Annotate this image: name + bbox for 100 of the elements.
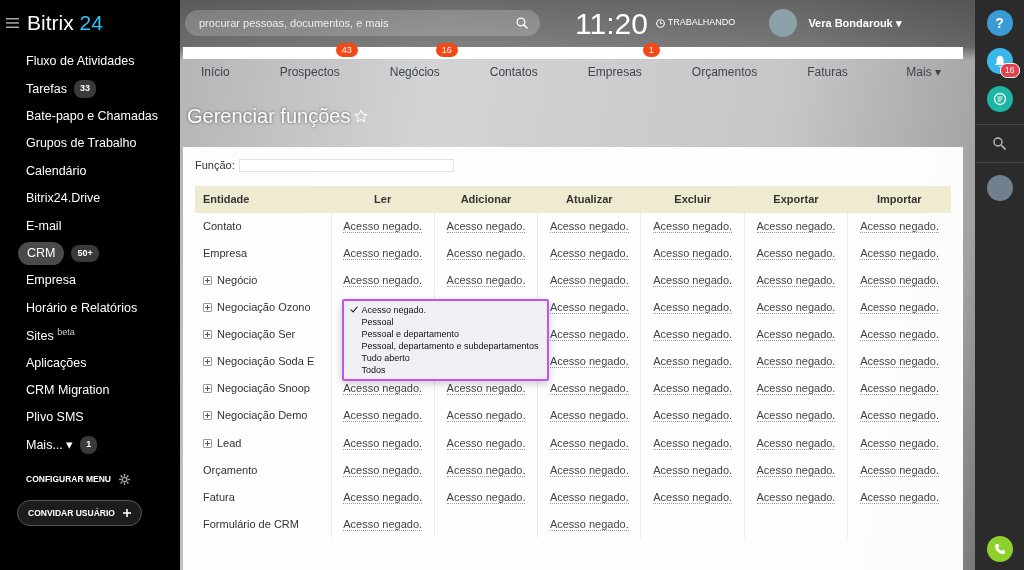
search-icon[interactable] [516, 17, 528, 29]
work-status[interactable]: TRABALHANDO [667, 16, 736, 30]
sidebar-item[interactable]: Sites $^{beta}$ [26, 325, 75, 346]
permission-link[interactable]: Acesso negado. [653, 355, 733, 369]
permission-link[interactable]: Acesso negado. [653, 246, 733, 260]
permission-link[interactable]: Acesso negado. [549, 301, 629, 315]
permission-link[interactable]: Acesso negado. [653, 436, 733, 450]
sidebar-item[interactable]: Tarefas [26, 79, 67, 99]
permission-link[interactable]: Acesso negado. [549, 463, 629, 477]
sidebar-item[interactable]: Bitrix24.Drive [26, 189, 101, 208]
permission-link[interactable]: Acesso negado. [446, 219, 526, 233]
invite-user-button[interactable]: CONVIDAR USUÁRIO [17, 499, 142, 527]
permission-link[interactable]: Acesso negado. [446, 409, 526, 423]
expand-icon[interactable] [203, 384, 212, 394]
permission-link[interactable]: Acesso negado. [860, 463, 939, 477]
sidebar-item[interactable]: CRM Migration [26, 381, 110, 400]
permission-link[interactable]: Acesso negado. [756, 463, 836, 477]
user-name[interactable]: Vera Bondarouk ▾ [808, 14, 902, 32]
permission-link[interactable]: Acesso negado. [756, 409, 836, 423]
sidebar-item[interactable]: Bate-papo e Chamadas [26, 107, 159, 126]
permission-link[interactable]: Acesso negado. [653, 274, 733, 287]
permission-link[interactable]: Acesso negado. [549, 436, 629, 450]
permission-link[interactable]: Acesso negado. [756, 490, 836, 504]
permission-link[interactable]: Acesso negado. [549, 490, 629, 504]
permission-link[interactable]: Acesso negado. [446, 436, 526, 450]
expand-icon[interactable] [203, 438, 212, 448]
permission-link[interactable]: Acesso negado. [756, 436, 836, 450]
sidebar-item[interactable]: Plivo SMS [26, 408, 84, 428]
nav-tab[interactable]: Mais ▾ [906, 63, 941, 81]
contact-avatar[interactable] [986, 175, 1013, 201]
permission-link[interactable]: Acesso negado. [549, 246, 629, 260]
permission-link[interactable]: Acesso negado. [446, 382, 526, 396]
permission-link[interactable]: Acesso negado. [653, 219, 733, 233]
sidebar-item[interactable]: Fluxo de Atividades [26, 52, 135, 72]
permission-link[interactable]: Acesso negado. [343, 463, 423, 477]
search-icon[interactable] [993, 137, 1006, 150]
role-name-field[interactable] [238, 158, 454, 172]
permission-link[interactable]: Acesso negado. [756, 355, 836, 369]
permission-link[interactable]: Acesso negado. [549, 274, 629, 287]
chat-button[interactable] [986, 86, 1013, 112]
permission-link[interactable]: Acesso negado. [756, 246, 836, 260]
permission-link[interactable]: Acesso negado. [756, 382, 836, 396]
menu-icon[interactable] [6, 18, 19, 28]
sidebar-item[interactable]: Grupos de Trabalho [26, 134, 137, 154]
nav-tab[interactable]: Faturas [807, 63, 848, 81]
sidebar-item[interactable]: Horário e Relatórios [26, 298, 138, 318]
permission-link[interactable]: Acesso negado. [756, 328, 836, 342]
permission-link[interactable]: Acesso negado. [343, 436, 423, 450]
permission-link[interactable]: Acesso negado. [343, 246, 423, 260]
permission-link[interactable]: Acesso negado. [653, 409, 733, 423]
nav-tab[interactable]: Início [201, 63, 230, 81]
dropdown-option[interactable]: Acesso negado. [349, 303, 539, 316]
permission-link[interactable]: Acesso negado. [446, 490, 526, 504]
permission-link[interactable]: Acesso negado. [653, 382, 733, 396]
permission-link[interactable]: Acesso negado. [860, 355, 939, 369]
permission-link[interactable]: Acesso negado. [343, 409, 423, 423]
permission-link[interactable]: Acesso negado. [549, 328, 629, 342]
sidebar-item[interactable]: Mais... ▾ [26, 435, 74, 455]
permission-link[interactable]: Acesso negado. [549, 219, 629, 233]
search-box[interactable]: procurar pessoas, documentos, e mais [185, 10, 540, 36]
settings-icon[interactable] [119, 473, 130, 485]
permission-link[interactable]: Acesso negado. [860, 274, 939, 287]
permission-link[interactable]: Acesso negado. [549, 382, 629, 396]
phone-button[interactable] [986, 536, 1013, 562]
permission-link[interactable]: Acesso negado. [860, 382, 939, 396]
permission-link[interactable]: Acesso negado. [860, 436, 939, 450]
permission-link[interactable]: Acesso negado. [860, 219, 939, 233]
expand-icon[interactable] [203, 330, 212, 340]
permission-link[interactable]: Acesso negado. [756, 301, 836, 315]
nav-tab[interactable]: Orçamentos [691, 63, 758, 81]
permission-link[interactable]: Acesso negado. [343, 219, 423, 233]
permission-link[interactable]: Acesso negado. [653, 301, 733, 315]
permission-link[interactable]: Acesso negado. [549, 355, 629, 369]
sidebar-item[interactable]: E-mail [26, 216, 62, 236]
search-field[interactable]: procurar pessoas, documentos, e mais [197, 13, 516, 33]
permission-link[interactable]: Acesso negado. [756, 274, 836, 287]
permission-link[interactable]: Acesso negado. [446, 274, 526, 287]
permission-link[interactable]: Acesso negado. [343, 274, 423, 287]
permission-link[interactable]: Acesso negado. [343, 382, 423, 396]
dropdown-option[interactable]: Pessoal e departamento [349, 327, 539, 340]
permission-link[interactable]: Acesso negado. [343, 490, 423, 504]
sidebar-item[interactable]: Aplicações [26, 353, 87, 373]
permission-link[interactable]: Acesso negado. [343, 517, 423, 531]
dropdown-option[interactable]: Pessoal [349, 315, 539, 328]
sidebar-item[interactable]: Calendário [26, 161, 87, 181]
expand-icon[interactable] [203, 357, 212, 367]
permission-link[interactable]: Acesso negado. [549, 517, 629, 531]
permission-link[interactable]: Acesso negado. [446, 246, 526, 260]
permission-link[interactable]: Acesso negado. [446, 463, 526, 477]
permission-link[interactable]: Acesso negado. [860, 409, 939, 423]
permission-link[interactable]: Acesso negado. [653, 328, 733, 342]
star-icon[interactable] [354, 109, 369, 123]
dropdown-option[interactable]: Todos [349, 363, 539, 376]
expand-icon[interactable] [203, 303, 212, 313]
permission-link[interactable]: Acesso negado. [549, 409, 629, 423]
permission-link[interactable]: Acesso negado. [653, 463, 733, 477]
expand-icon[interactable] [203, 276, 212, 285]
sidebar-item[interactable]: CRM [18, 242, 65, 265]
configure-menu-link[interactable]: CONFIGURAR MENU [26, 472, 111, 486]
permission-link[interactable]: Acesso negado. [860, 328, 939, 342]
